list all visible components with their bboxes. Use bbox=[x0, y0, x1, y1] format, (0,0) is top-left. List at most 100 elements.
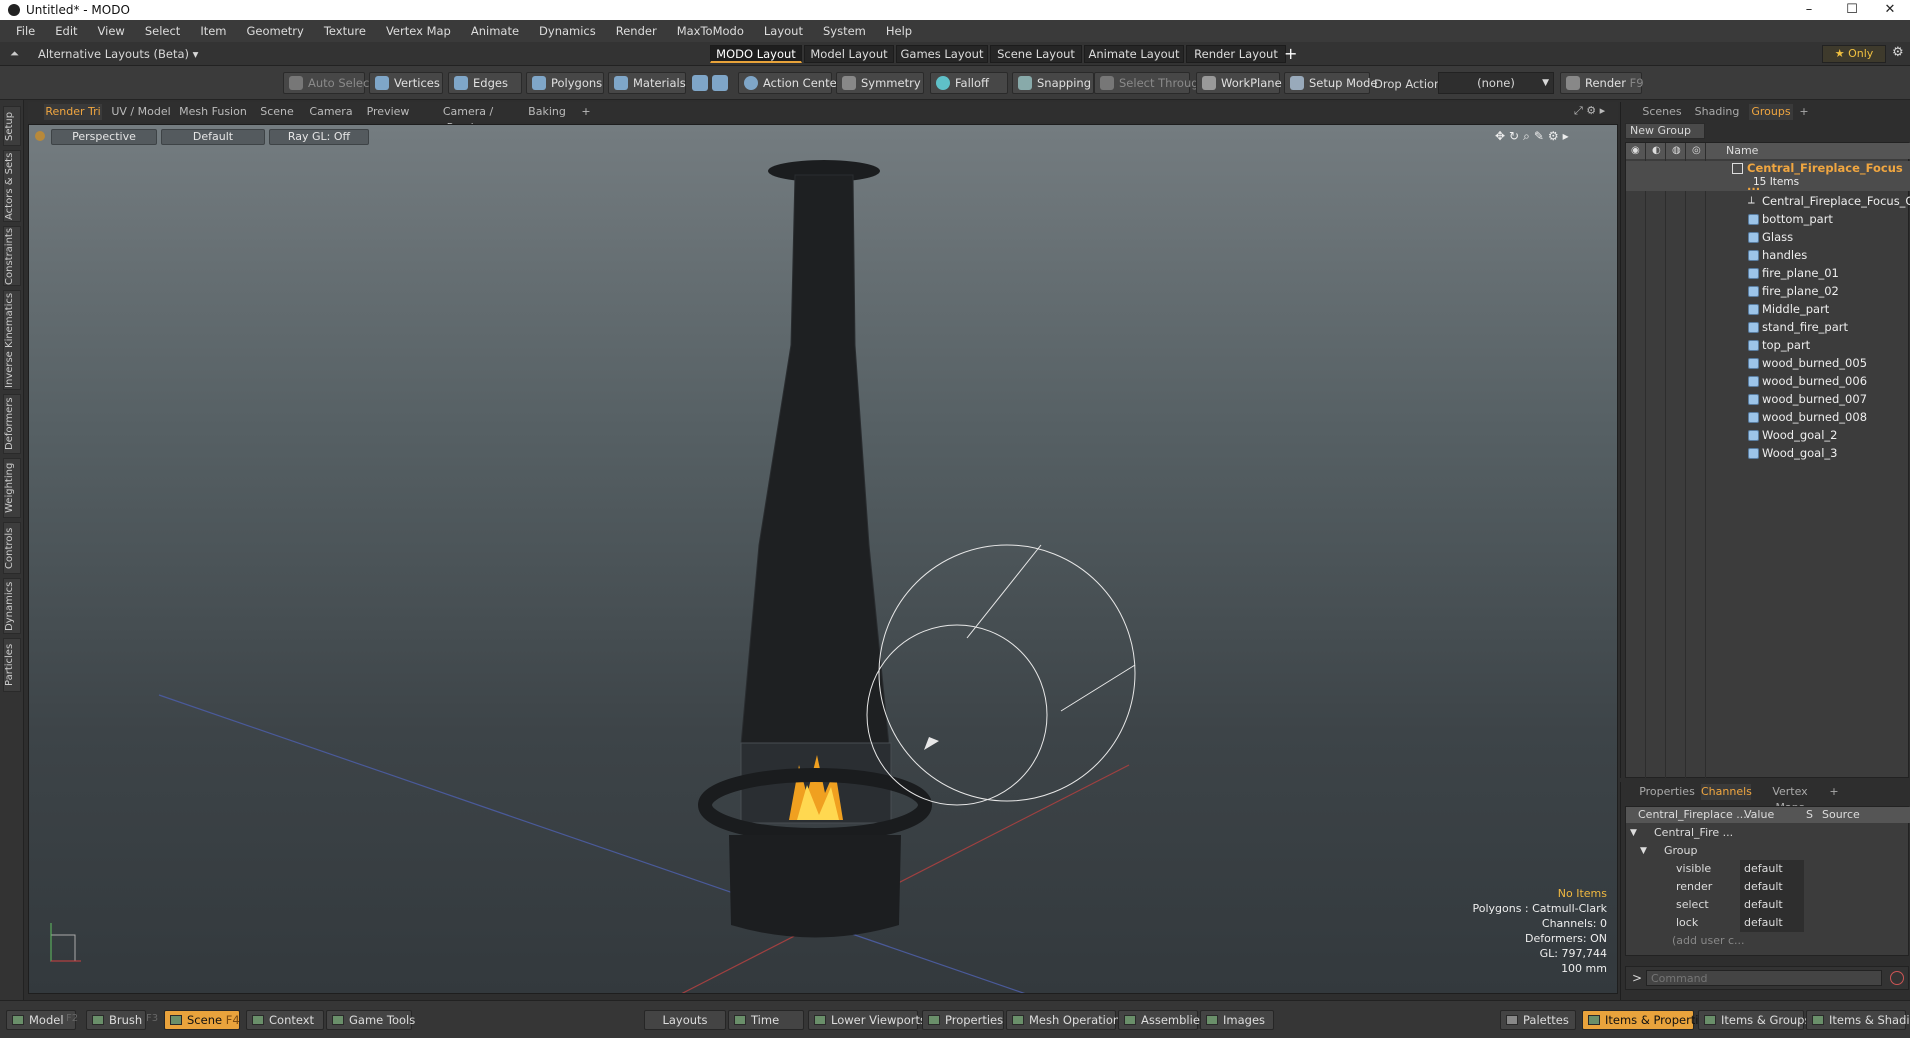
channel-value-select[interactable]: default bbox=[1740, 896, 1804, 914]
collapse-arrow-icon[interactable]: ⏶ bbox=[10, 47, 19, 61]
setup-mode-button[interactable]: Setup Mode bbox=[1284, 72, 1377, 94]
channel-group-row[interactable]: ▼ Group bbox=[1626, 842, 1910, 860]
list-item[interactable]: handles bbox=[1626, 246, 1910, 264]
items-groups-button[interactable]: Items & Groups bbox=[1698, 1010, 1810, 1030]
vertices-button[interactable]: Vertices bbox=[369, 72, 443, 94]
menu-dynamics[interactable]: Dynamics bbox=[529, 24, 606, 38]
mesh-operations-button[interactable]: Mesh Operations bbox=[1006, 1010, 1126, 1030]
gear-icon[interactable]: ⚙ bbox=[1892, 45, 1904, 60]
menu-render[interactable]: Render bbox=[606, 24, 667, 38]
layout-dropdown[interactable]: Alternative Layouts (Beta) ▾ bbox=[38, 47, 198, 61]
context-button[interactable]: Context bbox=[246, 1010, 324, 1030]
tab-deformers[interactable]: Deformers bbox=[3, 394, 21, 454]
channel-row[interactable]: visible default bbox=[1626, 860, 1910, 878]
add-lower-tab-button[interactable]: + bbox=[1827, 784, 1841, 800]
channel-row[interactable]: lock default bbox=[1626, 914, 1910, 932]
tab-constraints[interactable]: Constraints bbox=[3, 226, 21, 286]
workplane-button[interactable]: WorkPlane bbox=[1196, 72, 1282, 94]
list-item[interactable]: ⟂ Central_Fireplace_Focus_C... bbox=[1626, 192, 1910, 210]
only-toggle[interactable]: ★ Only bbox=[1822, 45, 1886, 63]
add-panel-tab-button[interactable]: + bbox=[1797, 104, 1811, 120]
tab-camera-preview[interactable]: Camera / Preview bbox=[420, 104, 516, 134]
tab-render-tri[interactable]: Render Tri bbox=[44, 104, 102, 120]
tab-preview[interactable]: Preview bbox=[362, 104, 414, 120]
tab-render-layout[interactable]: Render Layout bbox=[1186, 45, 1286, 63]
channel-root-row[interactable]: ▼ Central_Fire ... bbox=[1626, 824, 1910, 842]
menu-animate[interactable]: Animate bbox=[461, 24, 529, 38]
brush-button[interactable]: Brush bbox=[86, 1010, 146, 1030]
snapping-button[interactable]: Snapping bbox=[1012, 72, 1094, 94]
tab-vertex-maps[interactable]: Vertex Maps bbox=[1757, 784, 1823, 814]
group-root-row[interactable]: Central_Fireplace_Focus ... 15 Items bbox=[1626, 161, 1910, 193]
tab-properties[interactable]: Properties bbox=[1639, 784, 1695, 800]
command-input[interactable] bbox=[1646, 970, 1882, 986]
list-item[interactable]: wood_burned_005 bbox=[1626, 354, 1910, 372]
list-item[interactable]: Wood_goal_3 bbox=[1626, 444, 1910, 462]
menu-maxtomodo[interactable]: MaxToModo bbox=[667, 24, 754, 38]
channel-row[interactable]: render default bbox=[1626, 878, 1910, 896]
add-user-channel-row[interactable]: (add user c... bbox=[1626, 932, 1910, 950]
record-icon[interactable] bbox=[1890, 971, 1904, 985]
tab-animate-layout[interactable]: Animate Layout bbox=[1084, 45, 1184, 63]
list-item[interactable]: top_part bbox=[1626, 336, 1910, 354]
lower-viewports-button[interactable]: Lower Viewports bbox=[808, 1010, 926, 1030]
layouts-button[interactable]: Layouts bbox=[644, 1010, 726, 1030]
expand-triangle-icon[interactable]: ▼ bbox=[1630, 824, 1637, 842]
tab-scene[interactable]: Scene bbox=[256, 104, 298, 120]
select-mode-icon[interactable] bbox=[692, 75, 708, 91]
properties-button[interactable]: Properties bbox=[922, 1010, 1004, 1030]
menu-texture[interactable]: Texture bbox=[314, 24, 376, 38]
tab-setup[interactable]: Setup bbox=[3, 106, 21, 146]
menu-geometry[interactable]: Geometry bbox=[237, 24, 314, 38]
new-group-button[interactable]: New Group bbox=[1625, 123, 1705, 139]
tab-scenes[interactable]: Scenes bbox=[1639, 104, 1685, 120]
polygons-button[interactable]: Polygons bbox=[526, 72, 604, 94]
drop-action-select[interactable]: (none) ▼ bbox=[1438, 72, 1554, 94]
palettes-button[interactable]: Palettes bbox=[1500, 1010, 1576, 1030]
item-mode-icon[interactable] bbox=[712, 75, 728, 91]
auto-select-button[interactable]: Auto Select bbox=[283, 72, 374, 94]
maximize-viewport-icon[interactable]: ⤢ ⚙ ▸ bbox=[1574, 104, 1605, 118]
tab-actors-sets[interactable]: Actors & Sets bbox=[3, 150, 21, 222]
channel-value-select[interactable]: default bbox=[1740, 860, 1804, 878]
tab-uv-model[interactable]: UV / Model bbox=[110, 104, 172, 120]
tab-shading[interactable]: Shading bbox=[1691, 104, 1743, 120]
tab-dynamics[interactable]: Dynamics bbox=[3, 578, 21, 634]
select-through-button[interactable]: Select Through bbox=[1094, 72, 1206, 94]
render-button[interactable]: Render F9 bbox=[1560, 72, 1644, 94]
gizmo-arrow[interactable] bbox=[924, 737, 939, 750]
falloff-circle-outer[interactable] bbox=[878, 544, 1136, 802]
assemblies-button[interactable]: Assemblies bbox=[1118, 1010, 1206, 1030]
expand-triangle-icon[interactable]: ▼ bbox=[1640, 842, 1647, 860]
tab-particles[interactable]: Particles bbox=[3, 638, 21, 692]
action-center-button[interactable]: Action Center bbox=[738, 72, 841, 94]
list-item[interactable]: fire_plane_02 bbox=[1626, 282, 1910, 300]
list-item[interactable]: wood_burned_008 bbox=[1626, 408, 1910, 426]
list-item[interactable]: bottom_part bbox=[1626, 210, 1910, 228]
menu-help[interactable]: Help bbox=[876, 24, 922, 38]
tab-camera[interactable]: Camera bbox=[306, 104, 356, 120]
materials-button[interactable]: Materials bbox=[608, 72, 686, 94]
time-button[interactable]: Time bbox=[728, 1010, 804, 1030]
tab-inverse-kinematics[interactable]: Inverse Kinematics bbox=[3, 290, 21, 390]
tab-model-layout[interactable]: Model Layout bbox=[804, 45, 894, 63]
tab-controls[interactable]: Controls bbox=[3, 522, 21, 574]
list-item[interactable]: stand_fire_part bbox=[1626, 318, 1910, 336]
close-button[interactable]: ✕ bbox=[1870, 0, 1910, 20]
game-tools-button[interactable]: Game Tools bbox=[326, 1010, 415, 1030]
menu-select[interactable]: Select bbox=[135, 24, 190, 38]
maximize-button[interactable]: ☐ bbox=[1829, 0, 1875, 20]
list-item[interactable]: Wood_goal_2 bbox=[1626, 426, 1910, 444]
tab-mesh-fusion[interactable]: Mesh Fusion bbox=[178, 104, 248, 120]
tab-channels[interactable]: Channels bbox=[1701, 784, 1752, 800]
list-item[interactable]: wood_burned_007 bbox=[1626, 390, 1910, 408]
tab-baking[interactable]: Baking bbox=[524, 104, 570, 120]
list-item[interactable]: fire_plane_01 bbox=[1626, 264, 1910, 282]
list-item[interactable]: Glass bbox=[1626, 228, 1910, 246]
channel-value-select[interactable]: default bbox=[1740, 914, 1804, 932]
images-button[interactable]: Images bbox=[1200, 1010, 1274, 1030]
tab-games-layout[interactable]: Games Layout bbox=[896, 45, 988, 63]
symmetry-button[interactable]: Symmetry bbox=[836, 72, 924, 94]
channel-row[interactable]: select default bbox=[1626, 896, 1910, 914]
falloff-button[interactable]: Falloff bbox=[930, 72, 1008, 94]
